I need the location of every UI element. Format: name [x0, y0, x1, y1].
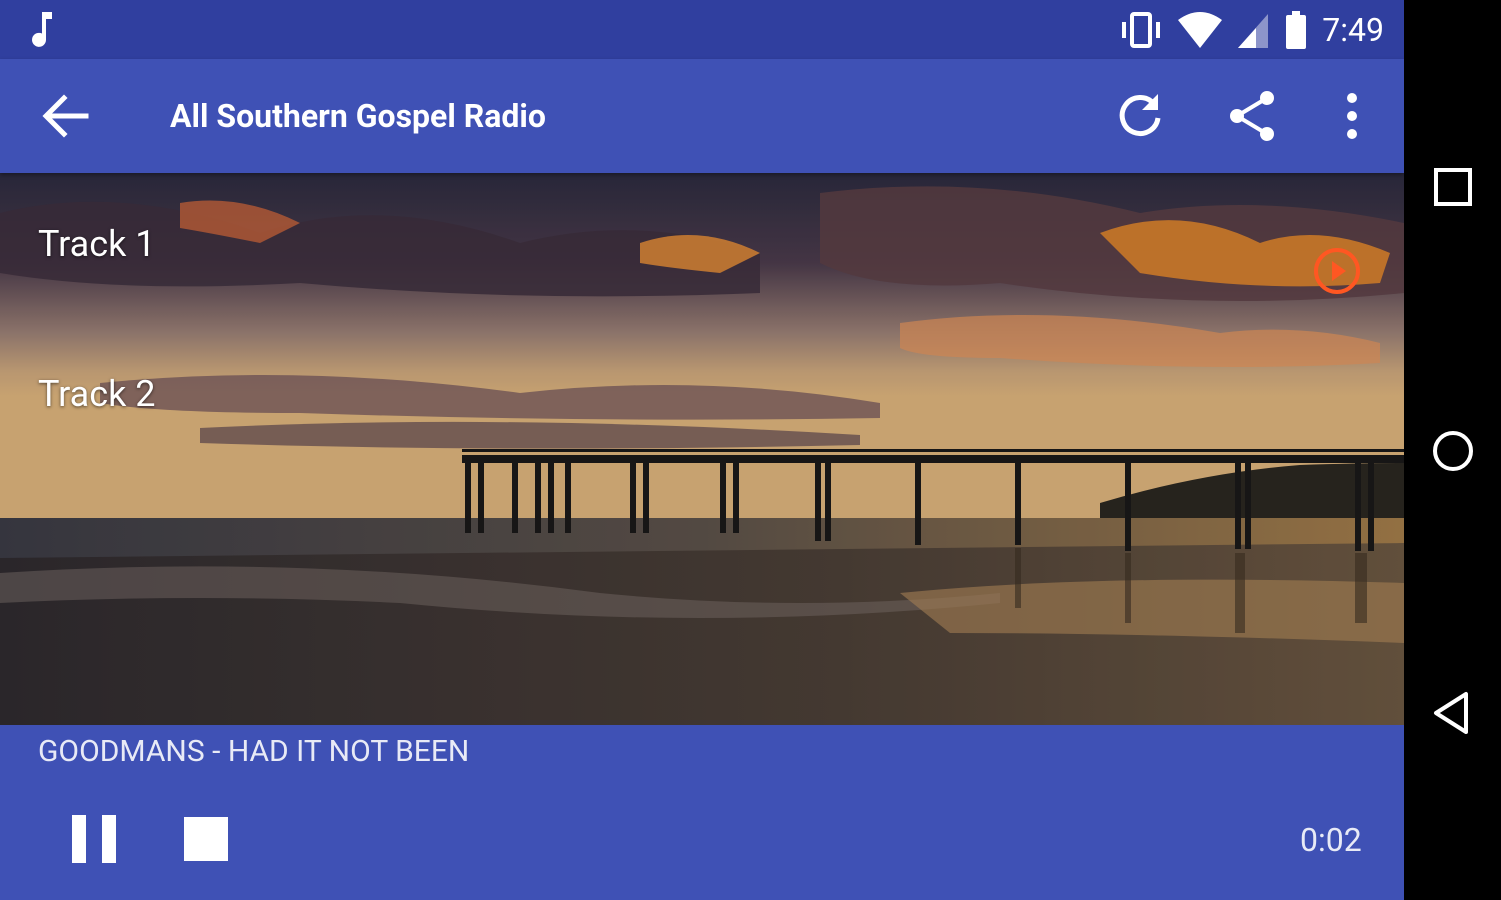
- stop-button[interactable]: [182, 815, 230, 867]
- back-triangle-icon: [1434, 692, 1468, 734]
- track-item-1[interactable]: Track 1: [0, 198, 1404, 298]
- battery-icon: [1286, 11, 1307, 49]
- cell-signal-icon: [1238, 14, 1269, 48]
- refresh-icon: [1119, 94, 1161, 136]
- recents-button[interactable]: [1426, 160, 1480, 214]
- track-2-label: Track 2: [38, 373, 156, 415]
- player-panel: GOODMANS - HAD IT NOT BEEN 0:02: [0, 725, 1404, 900]
- pause-icon: [72, 815, 116, 863]
- app-title: All Southern Gospel Radio: [170, 97, 546, 135]
- status-bar: 7:49: [0, 0, 1404, 59]
- status-clock: 7:49: [1322, 11, 1384, 49]
- more-vert-icon: [1347, 93, 1357, 139]
- play-track-1-button[interactable]: [1312, 246, 1362, 296]
- system-nav-bar: [1404, 0, 1501, 900]
- share-icon: [1230, 91, 1274, 141]
- refresh-button[interactable]: [1112, 88, 1168, 144]
- now-playing-title: GOODMANS - HAD IT NOT BEEN: [38, 734, 470, 769]
- back-arrow-icon: [42, 94, 89, 138]
- home-circle-icon: [1433, 431, 1473, 471]
- wifi-icon: [1178, 12, 1223, 48]
- status-right: 7:49: [1118, 10, 1384, 50]
- elapsed-time: 0:02: [1300, 821, 1362, 859]
- play-circle-icon: [1314, 248, 1360, 294]
- track-1-label: Track 1: [38, 223, 156, 265]
- more-options-button[interactable]: [1324, 88, 1380, 144]
- back-button[interactable]: [36, 86, 96, 146]
- stop-icon: [184, 817, 228, 861]
- app-screen: 7:49 All Southern Gospel Radio Track 1 T…: [0, 0, 1404, 900]
- music-note-icon: [32, 12, 52, 47]
- track-item-2[interactable]: Track 2: [0, 348, 1404, 448]
- home-button[interactable]: [1426, 424, 1480, 478]
- share-button[interactable]: [1225, 88, 1281, 144]
- pause-button[interactable]: [66, 811, 122, 871]
- vibrate-icon: [1122, 12, 1161, 48]
- track-list-background: Track 1 Track 2: [0, 173, 1404, 725]
- status-left: [28, 10, 58, 54]
- app-bar: All Southern Gospel Radio: [0, 59, 1404, 173]
- system-back-button[interactable]: [1426, 686, 1480, 740]
- recents-square-icon: [1434, 168, 1472, 206]
